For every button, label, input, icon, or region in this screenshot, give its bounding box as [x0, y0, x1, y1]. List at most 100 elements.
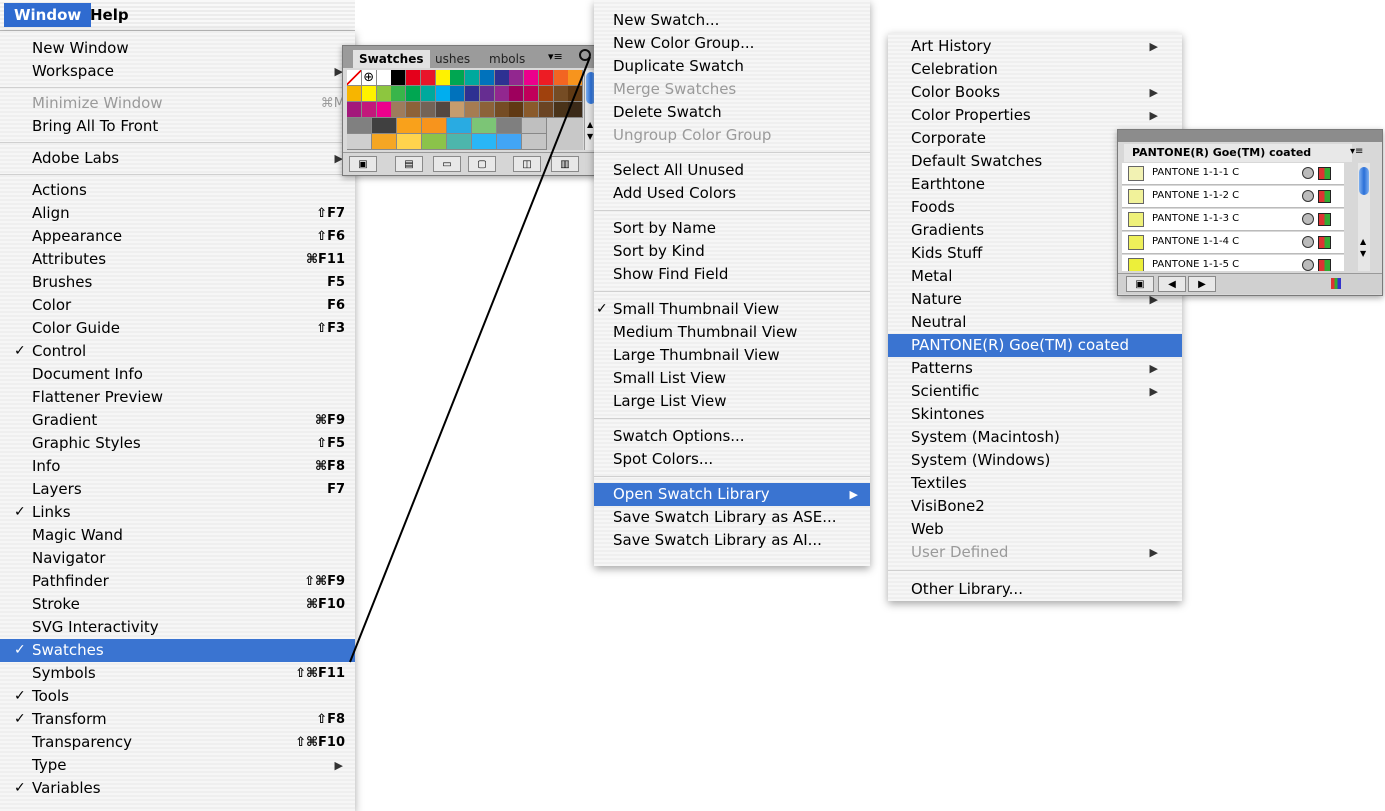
flyout-menu-item[interactable]: Save Swatch Library as AI... [594, 529, 870, 552]
flyout-menu-item[interactable]: Save Swatch Library as ASE... [594, 506, 870, 529]
pantone-menu-button[interactable]: ▾≡ [1350, 146, 1363, 157]
pantone-scroll-down-icon[interactable]: ▼ [1360, 249, 1366, 258]
flyout-menu-item[interactable]: Small List View [594, 367, 870, 390]
menu-item-label: Earthtone [911, 175, 986, 193]
menu-item-label: Web [911, 520, 944, 538]
flyout-menu-item[interactable]: Large Thumbnail View [594, 344, 870, 367]
flyout-menu-item[interactable]: Add Used Colors [594, 182, 870, 205]
menu-item-label: Color Books [911, 83, 1001, 101]
menu-item-label: Sort by Kind [613, 242, 705, 260]
color-mode-icon [1318, 259, 1331, 271]
library-menu-item[interactable]: Other Library... [888, 578, 1182, 601]
menu-item-label: Other Library... [911, 580, 1023, 598]
library-menu-item[interactable]: Web [888, 518, 1182, 541]
pantone-tab[interactable]: PANTONE(R) Goe(TM) coated [1124, 144, 1352, 162]
swatch-chip [1128, 258, 1144, 271]
menu-separator [888, 570, 1182, 571]
library-menu-item[interactable]: Color Properties ▶ [888, 104, 1182, 127]
library-menu-item[interactable]: Celebration [888, 58, 1182, 81]
pantone-scrollbar[interactable]: ▲ ▼ [1358, 163, 1370, 271]
pantone-swatch-row[interactable]: PANTONE 1-1-5 C [1122, 255, 1344, 271]
flyout-menu-item[interactable]: Spot Colors... [594, 448, 870, 471]
flyout-menu-item[interactable]: Swatch Options... [594, 425, 870, 448]
menu-item-label: Color Properties [911, 106, 1031, 124]
spot-color-icon [1302, 167, 1314, 179]
menu-item-label: Swatch Options... [613, 427, 745, 445]
submenu-arrow-icon: ▶ [1149, 40, 1158, 53]
menu-item-label: VisiBone2 [911, 497, 985, 515]
pantone-scroll-thumb[interactable] [1359, 167, 1369, 195]
flyout-menu-item[interactable]: Open Swatch Library ▶ [594, 483, 870, 506]
pantone-swatch-row[interactable]: PANTONE 1-1-2 C [1122, 186, 1344, 208]
flyout-menu-item[interactable]: Sort by Name [594, 217, 870, 240]
pantone-scroll-up-icon[interactable]: ▲ [1360, 237, 1366, 246]
menu-item-label: Small List View [613, 369, 727, 387]
swatch-chip [1128, 235, 1144, 250]
menu-item-label: Large List View [613, 392, 727, 410]
menu-item-label: Delete Swatch [613, 103, 722, 121]
pantone-swatch-row[interactable]: PANTONE 1-1-1 C [1122, 163, 1344, 185]
menu-item-label: Merge Swatches [613, 80, 737, 98]
menu-separator [594, 291, 870, 292]
flyout-menu-item[interactable]: Merge Swatches [594, 78, 870, 101]
swatch-chip [1128, 166, 1144, 181]
flyout-menu-item[interactable]: ✓ Small Thumbnail View [594, 298, 870, 321]
next-library-icon[interactable]: ▶ [1188, 276, 1216, 292]
menu-item-label: Nature [911, 290, 962, 308]
library-menu-item[interactable]: System (Macintosh) [888, 426, 1182, 449]
menu-item-label: System (Macintosh) [911, 428, 1060, 446]
menu-item-label: Gradients [911, 221, 985, 239]
flyout-menu-item[interactable]: Large List View [594, 390, 870, 413]
flyout-menu-item[interactable]: New Color Group... [594, 32, 870, 55]
library-menu-item[interactable]: Textiles [888, 472, 1182, 495]
menu-item-label: Neutral [911, 313, 967, 331]
menu-item-label: Textiles [911, 474, 967, 492]
flyout-menu-item[interactable]: New Swatch... [594, 9, 870, 32]
library-menu-item[interactable]: Skintones [888, 403, 1182, 426]
submenu-arrow-icon: ▶ [1149, 546, 1158, 559]
flyout-menu-item[interactable]: Select All Unused [594, 159, 870, 182]
submenu-arrow-icon: ▶ [1149, 86, 1158, 99]
menu-separator [594, 418, 870, 419]
menu-item-label: Celebration [911, 60, 998, 78]
flyout-menu-item[interactable]: Medium Thumbnail View [594, 321, 870, 344]
pantone-list: PANTONE 1-1-1 C PANTONE 1-1-2 C PANTONE 1-… [1118, 163, 1358, 271]
flyout-menu-item[interactable]: Duplicate Swatch [594, 55, 870, 78]
menu-item-label: Large Thumbnail View [613, 346, 780, 364]
swatch-name: PANTONE 1-1-2 C [1152, 190, 1240, 201]
menu-item-label: Ungroup Color Group [613, 126, 772, 144]
menu-item-label: PANTONE(R) Goe(TM) coated [911, 336, 1129, 354]
previous-library-icon[interactable]: ◀ [1158, 276, 1186, 292]
library-menu-item[interactable]: Art History ▶ [888, 35, 1182, 58]
menu-item-label: Save Swatch Library as ASE... [613, 508, 837, 526]
flyout-menu-item[interactable]: Ungroup Color Group [594, 124, 870, 147]
flyout-menu-item[interactable]: Sort by Kind [594, 240, 870, 263]
pantone-library-menu-icon[interactable]: ▣ [1126, 276, 1154, 292]
flyout-menu-item[interactable]: Delete Swatch [594, 101, 870, 124]
add-to-swatches-icon[interactable] [1331, 278, 1341, 289]
color-mode-icon [1318, 190, 1331, 203]
library-menu-item[interactable]: Scientific ▶ [888, 380, 1182, 403]
library-menu-item[interactable]: System (Windows) [888, 449, 1182, 472]
spot-color-icon [1302, 236, 1314, 248]
menu-item-label: Kids Stuff [911, 244, 983, 262]
menu-item-label: System (Windows) [911, 451, 1051, 469]
pantone-bottom-bar: ▣ ◀ ▶ [1118, 273, 1382, 294]
flyout-menu-item[interactable]: Show Find Field [594, 263, 870, 286]
library-menu-item[interactable]: User Defined ▶ [888, 541, 1182, 564]
swatch-name: PANTONE 1-1-3 C [1152, 213, 1240, 224]
pantone-swatch-row[interactable]: PANTONE 1-1-3 C [1122, 209, 1344, 231]
menu-item-label: Show Find Field [613, 265, 729, 283]
submenu-arrow-icon: ▶ [1149, 385, 1158, 398]
menu-item-label: Sort by Name [613, 219, 716, 237]
pantone-swatch-row[interactable]: PANTONE 1-1-4 C [1122, 232, 1344, 254]
menu-separator [594, 210, 870, 211]
menu-item-label: Add Used Colors [613, 184, 737, 202]
menu-item-label: User Defined [911, 543, 1009, 561]
library-menu-item[interactable]: Patterns ▶ [888, 357, 1182, 380]
library-menu-item[interactable]: Color Books ▶ [888, 81, 1182, 104]
library-menu-item[interactable]: PANTONE(R) Goe(TM) coated [888, 334, 1182, 357]
library-menu-item[interactable]: Neutral [888, 311, 1182, 334]
pantone-panel: PANTONE(R) Goe(TM) coated ▾≡ PANTONE 1-1… [1117, 129, 1383, 296]
library-menu-item[interactable]: VisiBone2 [888, 495, 1182, 518]
